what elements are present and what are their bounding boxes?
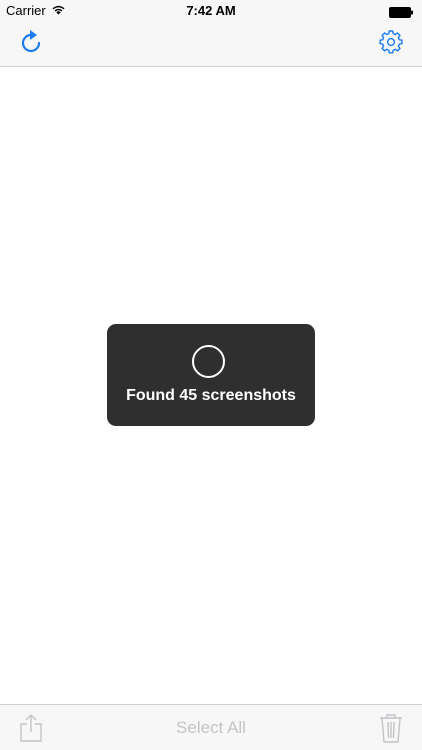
screen: Carrier 7:42 AM Found 45 screenshots Sel…: [0, 0, 422, 750]
select-all-button[interactable]: Select All: [0, 718, 422, 738]
status-bar: Carrier 7:42 AM: [0, 0, 422, 22]
delete-button[interactable]: [379, 713, 403, 743]
hud-message: Found 45 screenshots: [126, 387, 296, 404]
battery-icon: [389, 6, 414, 21]
status-time: 7:42 AM: [186, 3, 236, 18]
gear-icon: [379, 29, 403, 59]
trash-icon: [379, 714, 403, 747]
refresh-button[interactable]: [17, 29, 45, 60]
refresh-icon: [19, 29, 43, 60]
navigation-bar: [0, 22, 422, 67]
spinner-icon: [192, 345, 225, 378]
bottom-toolbar: Select All: [0, 704, 422, 750]
settings-button[interactable]: [377, 29, 405, 59]
progress-hud: Found 45 screenshots: [107, 324, 315, 426]
